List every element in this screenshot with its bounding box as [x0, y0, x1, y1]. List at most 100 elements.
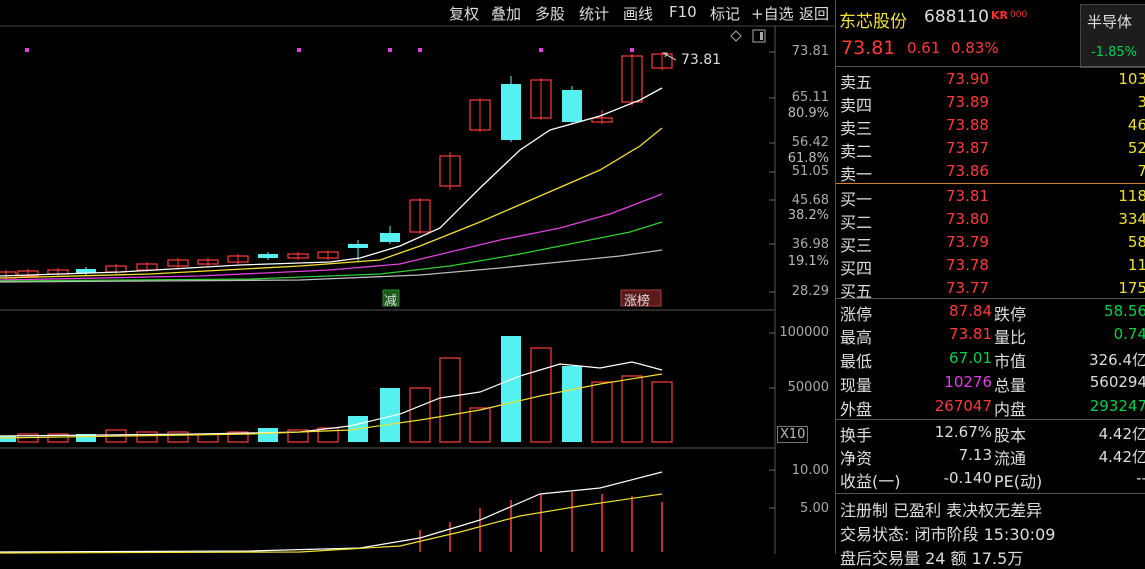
orderbook-row[interactable]: 买一 73.81 118: [836, 185, 1145, 209]
price-axis-label: 73.81: [791, 44, 829, 59]
candle-body: [348, 244, 368, 248]
stat-value: 12.67%: [934, 423, 992, 441]
price-change-pct: 0.83%: [951, 39, 999, 57]
orderbook-row[interactable]: 卖二 73.87 52: [836, 137, 1145, 161]
orderbook-volume: 46: [1127, 116, 1145, 134]
orderbook-price: 73.79: [946, 233, 989, 251]
volume-axis-label: 50000: [787, 380, 829, 395]
ma-line: [0, 249, 663, 283]
stat-value: 87.84: [949, 302, 992, 320]
stat-label: 股本: [994, 426, 1027, 445]
kr-badge-suffix: 000: [1010, 10, 1028, 20]
volume-bar: [621, 375, 643, 443]
volume-bar: [501, 336, 521, 442]
volume-bar: [591, 381, 613, 443]
orderbook-row[interactable]: 买二 73.80 334: [836, 208, 1145, 232]
price-axis-label: 28.29: [791, 284, 829, 299]
price-axis-label: 45.68: [791, 193, 829, 208]
orderbook-price: 73.90: [946, 70, 989, 88]
volume-bar: [651, 381, 673, 443]
volume-bar: [469, 407, 491, 443]
orderbook-label: 卖四: [840, 96, 873, 115]
stat-label: 跌停: [994, 305, 1027, 324]
stat-label: 流通: [994, 449, 1027, 468]
limitup-tag-label: 涨榜: [624, 294, 651, 309]
orderbook-price: 73.86: [946, 162, 989, 180]
event-marker: [418, 48, 422, 52]
stat-label: 总量: [994, 376, 1027, 395]
stat-label: 内盘: [994, 400, 1027, 419]
orderbook-row[interactable]: 卖一 73.86 7: [836, 160, 1145, 184]
stat-row: 外盘 267047 内盘 293247: [836, 395, 1145, 419]
orderbook-label: 卖一: [840, 165, 873, 184]
stat-row: 最高 73.81 量比 0.74: [836, 323, 1145, 347]
volume-bar: [258, 428, 278, 442]
stat-value: 326.4亿: [1089, 351, 1145, 369]
stock-code: 688110: [924, 7, 989, 27]
stat-label: 市值: [994, 352, 1027, 371]
orderbook-label: 卖二: [840, 142, 873, 161]
price-axis-label: 36.98: [791, 237, 829, 252]
event-marker: [388, 48, 392, 52]
stat-value: 4.42亿: [1098, 425, 1145, 443]
orderbook-label: 卖五: [840, 73, 873, 92]
orderbook-row[interactable]: 卖三 73.88 46: [836, 114, 1145, 138]
stat-label: 涨停: [840, 305, 873, 324]
orderbook-row[interactable]: 卖四 73.89 3: [836, 91, 1145, 115]
reduce-tag-label: 减: [384, 294, 398, 309]
pct-axis-label: 38.2%: [787, 208, 829, 223]
price-axis-label: 56.42: [791, 135, 829, 150]
candle-body: [380, 233, 400, 242]
orderbook-price: 73.80: [946, 210, 989, 228]
volume-bar: [136, 431, 158, 443]
panel-toggle-icon[interactable]: [752, 29, 766, 43]
candle-body: [562, 90, 582, 122]
orderbook-row[interactable]: 买四 73.78 11: [836, 254, 1145, 278]
stat-label: 量比: [994, 328, 1027, 347]
orderbook-volume: 103: [1118, 70, 1145, 88]
stat-label: PE(动): [994, 472, 1043, 491]
orderbook-label: 买三: [840, 236, 873, 255]
stat-row: 最低 67.01 市值 326.4亿: [836, 347, 1145, 371]
kline-chart[interactable]: [0, 0, 835, 554]
ma-line: [0, 127, 663, 279]
orderbook-row[interactable]: 卖五 73.90 103: [836, 68, 1145, 92]
volume-bar: [439, 357, 461, 443]
orderbook-price: 73.81: [946, 187, 989, 205]
current-price: 73.81: [841, 37, 896, 59]
event-marker: [630, 48, 634, 52]
diamond-icon[interactable]: [730, 30, 742, 42]
stat-value: 4.42亿: [1098, 448, 1145, 466]
volume-unit-badge[interactable]: X10: [777, 426, 809, 443]
indicator-line: [0, 493, 663, 554]
candle-body: [501, 84, 521, 140]
orderbook-volume: 3: [1137, 93, 1145, 111]
orderbook-volume: 58: [1127, 233, 1145, 251]
stat-row: 收益(一) -0.140 PE(动) --: [836, 467, 1145, 491]
listing-info: 注册制 已盈利 表决权无差异: [840, 501, 1043, 520]
indicator-axis-label: 10.00: [791, 463, 829, 478]
orderbook-row[interactable]: 买五 73.77 175: [836, 277, 1145, 301]
last-price-label: 73.81: [681, 52, 722, 68]
stat-value: 293247: [1089, 397, 1145, 415]
orderbook-price: 73.88: [946, 116, 989, 134]
event-marker: [297, 48, 301, 52]
orderbook-price: 73.89: [946, 93, 989, 111]
stat-value: -0.140: [943, 469, 992, 487]
orderbook-volume: 11: [1127, 256, 1145, 274]
stat-value: --: [1136, 469, 1145, 487]
sector-change-pct: -1.85%: [1091, 45, 1137, 60]
price-axis-label: 65.11: [791, 90, 829, 105]
orderbook-row[interactable]: 买三 73.79 58: [836, 231, 1145, 255]
price-change: 0.61: [907, 39, 941, 57]
quote-panel: 东芯股份 688110 KR 000 73.81 0.61 0.83% 半导体 …: [835, 0, 1145, 568]
sector-box[interactable]: 半导体 -1.85%: [1080, 4, 1145, 68]
stat-value: 7.13: [958, 446, 992, 464]
stat-value: 560294: [1089, 373, 1145, 391]
orderbook-volume: 334: [1118, 210, 1145, 228]
orderbook-price: 73.78: [946, 256, 989, 274]
orderbook-label: 买二: [840, 213, 873, 232]
orderbook-volume: 118: [1118, 187, 1145, 205]
orderbook-label: 买一: [840, 190, 873, 209]
stat-row: 涨停 87.84 跌停 58.56: [836, 300, 1145, 324]
